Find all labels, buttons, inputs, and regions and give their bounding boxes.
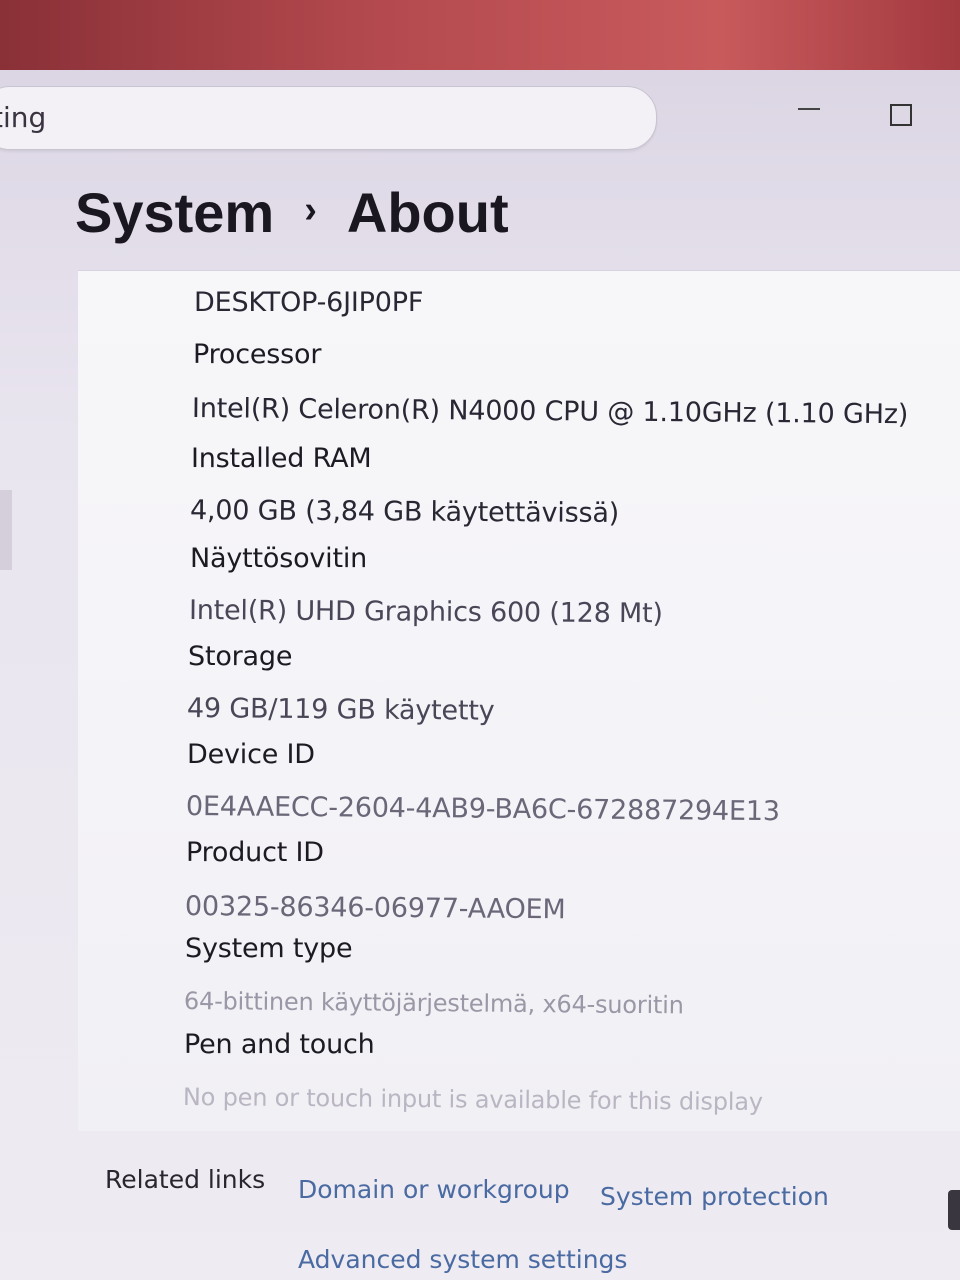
settings-window: tting System › About DESKTOP-6JIP0PF Proce…	[0, 70, 960, 1280]
nav-pane-edge	[0, 490, 12, 570]
device-id-value: 0E4AAECC-2604-4AB9-BA6C-672887294E13	[185, 791, 780, 828]
chevron-right-icon: ›	[304, 189, 317, 231]
system-type-value: 64-bittinen käyttöjärjestelmä, x64-suori…	[183, 987, 684, 1020]
minimize-icon	[798, 108, 820, 110]
system-protection-link[interactable]: System protection	[600, 1182, 829, 1211]
search-input-text: tting	[0, 101, 47, 134]
search-box[interactable]: tting	[0, 86, 657, 150]
product-id-value: 00325-86346-06977-AAOEM	[184, 891, 566, 926]
processor-label: Processor	[193, 339, 322, 370]
installed-ram-value: 4,00 GB (3,84 GB käytettävissä)	[189, 495, 620, 529]
breadcrumb-system[interactable]: System	[75, 181, 274, 244]
processor-value: Intel(R) Celeron(R) N4000 CPU @ 1.10GHz …	[191, 393, 909, 431]
advanced-system-settings-link[interactable]: Advanced system settings	[298, 1245, 627, 1274]
maximize-button[interactable]	[880, 90, 920, 130]
device-name: DESKTOP-6JIP0PF	[194, 287, 424, 318]
minimize-button[interactable]	[790, 90, 830, 130]
scroll-handle[interactable]	[948, 1190, 960, 1230]
breadcrumb-about: About	[346, 181, 509, 244]
storage-value: 49 GB/119 GB käytetty	[186, 693, 495, 727]
domain-workgroup-link[interactable]: Domain or workgroup	[298, 1175, 570, 1204]
system-type-label: System type	[185, 933, 353, 964]
screen-glare	[0, 0, 960, 70]
display-adapter-label: Näyttösovitin	[190, 543, 368, 574]
maximize-icon	[890, 104, 912, 126]
display-adapter-value: Intel(R) UHD Graphics 600 (128 Mt)	[188, 595, 663, 630]
storage-label: Storage	[188, 641, 293, 672]
related-links-label: Related links	[105, 1165, 266, 1194]
pen-touch-label: Pen and touch	[184, 1029, 375, 1060]
pen-touch-value: No pen or touch input is available for t…	[182, 1083, 763, 1117]
device-specifications-card: DESKTOP-6JIP0PF Processor Intel(R) Celer…	[78, 270, 960, 1131]
product-id-label: Product ID	[186, 837, 324, 868]
device-id-label: Device ID	[187, 739, 315, 770]
installed-ram-label: Installed RAM	[191, 443, 372, 474]
breadcrumb: System › About	[75, 180, 509, 245]
